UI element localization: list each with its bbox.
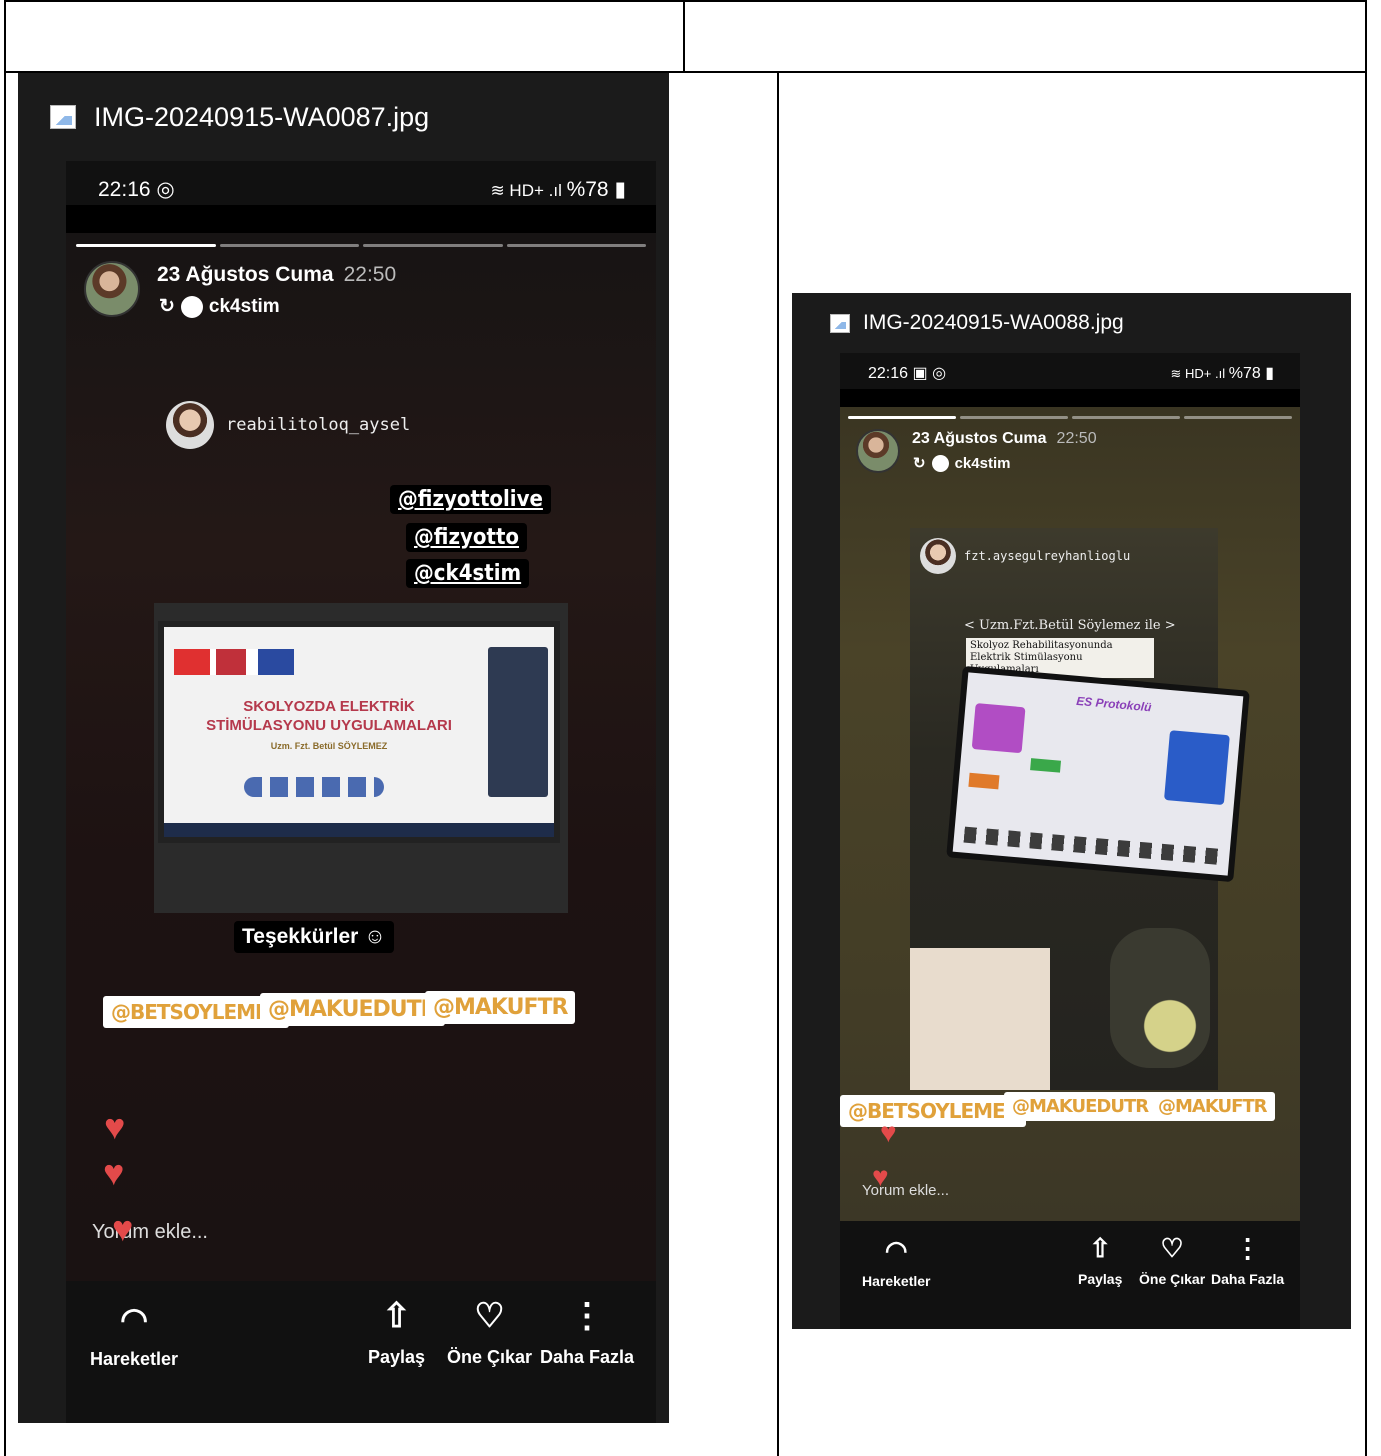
- right-story: 23 Ağustos Cuma 22:50 ↻ ck4stim fzt.ayseg…: [840, 407, 1300, 1221]
- actions-button[interactable]: ◠ Hareketler: [862, 1237, 931, 1289]
- right-filename: IMG-20240915-WA0088.jpg: [863, 311, 1124, 334]
- right-viewer-titlebar: IMG-20240915-WA0088.jpg: [792, 293, 1351, 353]
- story-progress-bar: [76, 244, 646, 247]
- left-bottom-bar: ◠ Hareketler ⇧ Paylaş ♡ Öne Çıkar ⋮ Daha…: [66, 1281, 656, 1423]
- slide-title: SKOLYOZDA ELEKTRİK STİMÜLASYONU UYGULAMA…: [206, 698, 452, 734]
- sticker-makuftr[interactable]: @MAKUFTR: [425, 991, 576, 1024]
- share-icon: ⇧: [382, 1297, 411, 1335]
- table-border-left: [4, 0, 6, 1456]
- right-status-bar: 22:16 ▣ ◎ ≋ HD+ .ıl %78 ▮: [840, 353, 1300, 393]
- laptop-photo: SKOLYOZDA ELEKTRİK STİMÜLASYONU UYGULAMA…: [154, 603, 568, 913]
- story-date: 23 Ağustos Cuma 22:50: [912, 430, 1097, 447]
- story-author-avatar[interactable]: [856, 429, 900, 473]
- eye-icon: ◠: [884, 1235, 908, 1265]
- thanks-sticker: Teşekkürler ☺: [234, 921, 394, 953]
- right-image-viewer: IMG-20240915-WA0088.jpg 22:16 ▣ ◎ ≋ HD+ …: [792, 293, 1351, 1329]
- table-column-divider: [777, 72, 779, 1456]
- mentioned-user-avatar: [166, 401, 214, 449]
- reshare-icon: ↻: [913, 455, 926, 472]
- table-border-top: [4, 0, 1367, 2]
- whatsapp-icon: ◎: [156, 177, 175, 201]
- gallery-icon: ▣: [912, 365, 928, 382]
- eye-icon: ◠: [120, 1301, 148, 1337]
- image-file-icon: [830, 313, 850, 333]
- ck4stim-logo-icon: [180, 295, 203, 318]
- heart-icon: ♥: [872, 1161, 889, 1192]
- share-button[interactable]: ⇧ Paylaş: [368, 1299, 425, 1368]
- mention-tag-fizyotto[interactable]: @fizyotto: [406, 523, 528, 552]
- glass: [1110, 928, 1210, 1068]
- table-top-cell-divider: [683, 0, 685, 72]
- heart-icon: ♥: [880, 1117, 897, 1148]
- story-progress-bar: [848, 416, 1292, 419]
- notebook: [910, 948, 1050, 1090]
- heart-icon: ♥: [112, 1208, 134, 1249]
- presentation-screen: SKOLYOZDA ELEKTRİK STİMÜLASYONU UYGULAMA…: [158, 621, 560, 843]
- left-story: 23 Ağustos Cuma 22:50 ↻ ck4stim reabilito…: [66, 233, 656, 1281]
- left-filename: IMG-20240915-WA0087.jpg: [94, 101, 430, 132]
- sticker-makuedutr[interactable]: @MAKUEDUTR: [1004, 1092, 1157, 1121]
- left-viewer-titlebar: IMG-20240915-WA0087.jpg: [18, 73, 669, 161]
- more-vertical-icon: ⋮: [570, 1297, 605, 1335]
- more-button[interactable]: ⋮ Daha Fazla: [1211, 1235, 1284, 1287]
- status-time: 22:16: [868, 365, 909, 382]
- share-icon: ⇧: [1089, 1233, 1112, 1263]
- slide-heading: ES Protokolü: [1075, 693, 1152, 715]
- mention-tag-fizyottolive[interactable]: @fizyottolive: [390, 485, 551, 514]
- right-bottom-bar: ◠ Hareketler ⇧ Paylaş ♡ Öne Çıkar ⋮ Daha…: [840, 1221, 1300, 1329]
- right-phone-screenshot: 22:16 ▣ ◎ ≋ HD+ .ıl %78 ▮ 23 Ağustos Cum…: [840, 353, 1300, 1329]
- slide-speaker: Uzm. Fzt. Betül SÖYLEMEZ: [270, 741, 388, 751]
- share-button[interactable]: ⇧ Paylaş: [1078, 1235, 1122, 1287]
- caption-line-1: < Uzm.Fzt.Betül Söylemez ile >: [964, 618, 1176, 633]
- battery-percent: %78: [1228, 365, 1261, 382]
- battery-icon: ▮: [608, 177, 626, 201]
- status-time: 22:16: [98, 177, 151, 201]
- reshare-icon: ↻: [159, 296, 175, 317]
- image-file-icon: [50, 105, 76, 129]
- highlight-button[interactable]: ♡ Öne Çıkar: [447, 1299, 532, 1368]
- desk-photo: fzt.aysegulreyhanlioglu < Uzm.Fzt.Betül …: [910, 528, 1250, 1090]
- story-reshared-from[interactable]: ↻ ck4stim: [913, 454, 1010, 472]
- tablet-screen: ES Protokolü: [946, 665, 1250, 883]
- mention-tag-ck4stim[interactable]: @ck4stim: [406, 559, 530, 588]
- sticker-makuftr[interactable]: @MAKUFTR: [1150, 1092, 1275, 1121]
- ck4stim-logo-icon: [931, 454, 949, 472]
- heart-icon: ♥: [103, 1152, 125, 1193]
- comment-input[interactable]: Yorum ekle...: [92, 1221, 208, 1244]
- left-image-viewer: IMG-20240915-WA0087.jpg 22:16 ◎ ≋ HD+ .ı…: [18, 73, 669, 1423]
- mentioned-user[interactable]: reabilitoloq_aysel: [166, 401, 410, 449]
- more-button[interactable]: ⋮ Daha Fazla: [540, 1299, 634, 1368]
- mentioned-user[interactable]: fzt.aysegulreyhanlioglu: [920, 538, 1130, 574]
- story-date: 23 Ağustos Cuma 22:50: [157, 263, 397, 286]
- story-author-avatar[interactable]: [84, 261, 140, 317]
- heart-icon: ♥: [104, 1106, 126, 1147]
- wifi-signal-icon: ≋ HD+ .ıl: [490, 180, 567, 200]
- sticker-makuedutr[interactable]: @MAKUEDUTR: [260, 993, 445, 1026]
- table-border-right: [1365, 0, 1367, 1456]
- wifi-signal-icon: ≋ HD+ .ıl: [1170, 366, 1229, 381]
- battery-percent: %78: [566, 177, 609, 201]
- mentioned-user-avatar: [920, 538, 956, 574]
- story-reshared-from[interactable]: ↻ ck4stim: [159, 295, 280, 318]
- left-phone-screenshot: 22:16 ◎ ≋ HD+ .ıl %78 ▮ 23 Ağustos Cuma 2…: [66, 161, 656, 1423]
- actions-button[interactable]: ◠ Hareketler: [90, 1303, 178, 1370]
- more-vertical-icon: ⋮: [1234, 1233, 1261, 1263]
- battery-icon: ▮: [1260, 365, 1274, 382]
- person-emoji-icon: ☺: [364, 925, 386, 948]
- highlight-heart-icon: ♡: [1160, 1233, 1184, 1263]
- highlight-heart-icon: ♡: [474, 1297, 505, 1335]
- highlight-button[interactable]: ♡ Öne Çıkar: [1139, 1235, 1205, 1287]
- whatsapp-icon: ◎: [932, 365, 947, 382]
- sticker-betsoylemez[interactable]: @BETSOYLEMEZ: [840, 1095, 1027, 1127]
